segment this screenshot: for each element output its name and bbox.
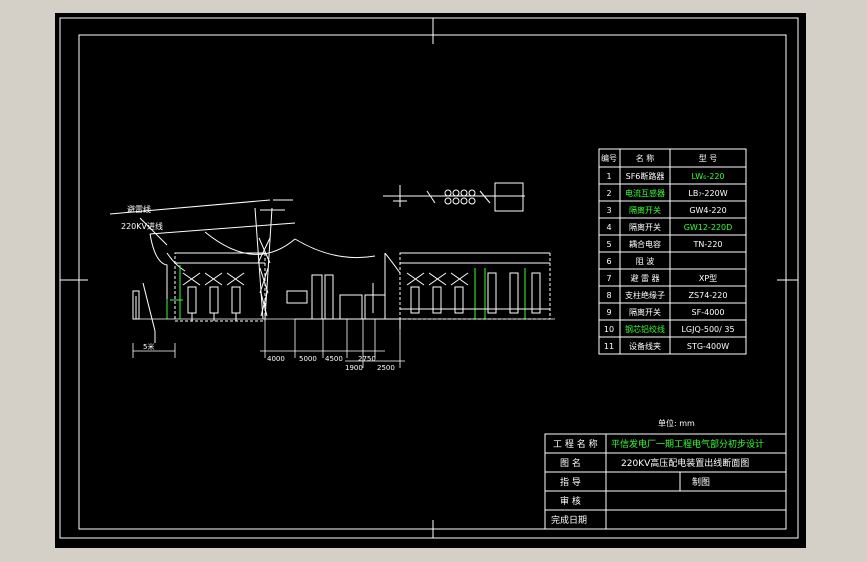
table-cell-no: 6 <box>606 257 611 266</box>
drawing-name: 220KV高压配电装置出线断面图 <box>621 457 749 469</box>
project-label: 工 程 名 称 <box>553 438 598 450</box>
table-cell-model: ZS74-220 <box>689 291 728 300</box>
table-cell-model: LGJQ-500/ 35 <box>681 325 734 334</box>
table-header-no: 编号 <box>601 153 617 163</box>
table-cell-no: 10 <box>604 325 614 334</box>
project-name: 平信发电厂一期工程电气部分初步设计 <box>611 438 764 450</box>
table-cell-no: 4 <box>606 223 611 232</box>
table-cell-name: 支柱绝缘子 <box>625 290 665 300</box>
table-cell-name: 避 雷 器 <box>630 273 659 283</box>
table-cell-no: 9 <box>606 308 611 317</box>
dimension-4: 2750 <box>358 355 376 363</box>
wiring-schematic <box>383 182 525 212</box>
table-cell-model: TN-220 <box>692 240 722 249</box>
table-cell-model: LB₇-220W <box>688 189 727 198</box>
dimension-6: 2500 <box>377 364 395 372</box>
table-cell-model: GW12-220D <box>684 223 733 232</box>
table-cell-name: 钢芯铝绞线 <box>625 324 665 334</box>
table-header-model: 型 号 <box>699 154 718 163</box>
cad-viewport[interactable]: 避雷线 220KV进线 5米 4000 5000 4500 2750 1900 … <box>55 13 806 548</box>
date-label: 完成日期 <box>551 514 587 526</box>
overhead-lines <box>109 199 376 313</box>
incoming-line-label: 220KV进线 <box>121 221 163 231</box>
table-cell-name: SF6断路器 <box>626 171 665 181</box>
drawing-label: 图 名 <box>560 457 581 469</box>
table-cell-no: 1 <box>606 172 611 181</box>
table-cell-model: SF-4000 <box>692 308 725 317</box>
table-cell-model: GW4-220 <box>689 206 726 215</box>
dimension-3: 4500 <box>325 355 343 363</box>
table-cell-name: 隔离开关 <box>629 222 661 232</box>
middle-equipment <box>286 252 401 320</box>
table-cell-model: XP型 <box>699 274 717 283</box>
unit-label: 单位: mm <box>658 418 695 428</box>
table-header-name: 名 称 <box>636 153 655 163</box>
ground-wire-label: 避雷线 <box>127 204 151 214</box>
guide-label: 指 导 <box>560 476 581 488</box>
review-label: 审 核 <box>560 495 581 507</box>
table-cell-no: 5 <box>606 240 611 249</box>
dimension-1: 4000 <box>267 355 285 363</box>
dimension-2: 5000 <box>299 355 317 363</box>
table-cell-no: 8 <box>606 291 611 300</box>
table-cell-no: 3 <box>606 206 611 215</box>
table-cell-name: 设备线夹 <box>629 341 661 351</box>
table-cell-model: STG-400W <box>687 342 729 351</box>
table-cell-no: 2 <box>606 189 611 198</box>
table-cell-name: 隔离开关 <box>629 307 661 317</box>
green-conductors <box>166 265 526 319</box>
dimension-5: 1900 <box>345 364 363 372</box>
table-cell-name: 阻 波 <box>636 256 655 266</box>
table-cell-no: 11 <box>604 342 614 351</box>
table-cell-model: LW₆-220 <box>692 172 725 181</box>
substation-section-drawing: 避雷线 220KV进线 5米 4000 5000 4500 2750 1900 … <box>59 17 799 539</box>
left-switches <box>182 272 245 321</box>
table-cell-no: 7 <box>606 274 611 283</box>
table-cell-name: 耦合电容 <box>629 239 661 249</box>
table-cell-name: 电流互感器 <box>625 188 665 198</box>
drawn-label: 制图 <box>692 476 710 488</box>
table-cell-name: 隔离开关 <box>629 205 661 215</box>
left-dimension: 5米 <box>143 342 154 351</box>
dimension-lines <box>132 318 555 368</box>
